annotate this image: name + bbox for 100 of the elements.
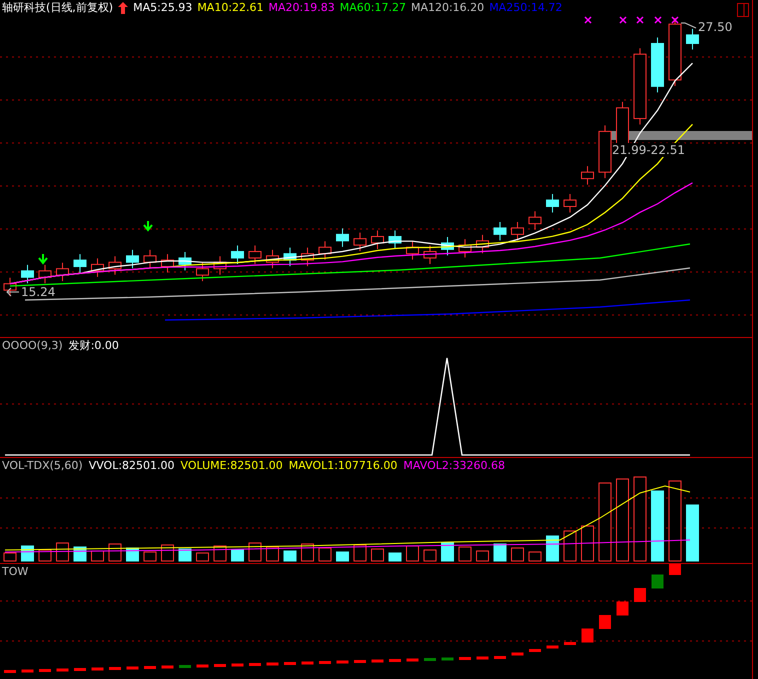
tow-bar (652, 574, 664, 588)
candlestick (388, 230, 402, 250)
tow-bar (319, 660, 331, 664)
tow-bar (284, 662, 296, 664)
tow-bar (179, 664, 191, 668)
candlestick (564, 194, 576, 213)
volume-bar (301, 543, 314, 562)
volume-bar (231, 549, 244, 562)
volume-bar (91, 550, 104, 562)
candlestick (4, 277, 16, 297)
tow-bar (406, 658, 418, 661)
tow-bar (546, 645, 558, 648)
candlestick (301, 247, 314, 267)
tow-bar (22, 669, 34, 672)
candlestick (248, 245, 262, 264)
tow-bar (302, 661, 314, 664)
low-price-label: 15.24 (21, 285, 56, 299)
tow-bar (512, 652, 524, 655)
leader-line (681, 22, 697, 30)
tow-bar (56, 668, 68, 671)
candlestick (74, 254, 86, 274)
moving-average-label: MA60:17.27 (340, 1, 406, 15)
high-price-label: 27.50 (698, 20, 732, 34)
left-arrow-icon (6, 287, 20, 297)
volume-bar (424, 549, 436, 562)
candlestick (546, 194, 559, 213)
tow-bar (564, 642, 576, 644)
volume-label: MAVOL1:107716.00 (288, 458, 398, 473)
window-toggle-icon[interactable] (737, 3, 749, 17)
volume-bar (178, 548, 192, 562)
volume-bar (511, 547, 524, 562)
tow-bar (354, 660, 366, 662)
candlestick (178, 251, 192, 271)
volume-bar (564, 530, 576, 562)
moving-average-label: MA250:14.72 (489, 1, 562, 15)
volume-bar (196, 552, 209, 562)
tow-bar (74, 668, 86, 670)
tow-bar (529, 648, 541, 652)
candlestick (196, 262, 209, 282)
volume-label: VOLUME:82501.00 (180, 458, 283, 473)
volume-label: VOL-TDX(5,60) (2, 458, 83, 473)
candlestick (126, 249, 139, 269)
volume-bar (4, 552, 16, 562)
indicator-name: OOOO(9,3) (2, 338, 63, 352)
tow-bar (669, 564, 681, 574)
moving-average-label: MA10:22.61 (197, 1, 264, 15)
candlestick (284, 247, 296, 267)
candlestick (161, 254, 174, 274)
cross-mark-icon (619, 16, 627, 24)
tow-indicator-name: TOW (2, 564, 28, 578)
tow-bar (336, 660, 348, 663)
candlestick (56, 262, 69, 282)
tow-bar (424, 658, 436, 660)
tow-bar (266, 662, 278, 665)
candlestick (458, 238, 472, 258)
candlestick (231, 245, 244, 264)
cross-mark-icon (636, 16, 644, 24)
cross-mark-icon (654, 16, 662, 24)
volume-bar (458, 546, 472, 562)
volume-bar (494, 543, 506, 562)
up-arrow-icon (118, 2, 128, 14)
cross-mark-icon (671, 16, 679, 24)
price-range-label: 21.99-22.51 (612, 143, 686, 157)
candlestick (336, 228, 349, 248)
volume-bar (336, 551, 349, 562)
tow-bar (196, 664, 208, 667)
tow-bar (109, 666, 121, 670)
moving-average-label: MA20:19.83 (268, 1, 335, 15)
volume-bar (248, 542, 262, 562)
tow-bar (389, 658, 401, 662)
candlestick (441, 236, 454, 256)
tow-bar (372, 659, 384, 662)
candlestick (144, 249, 156, 269)
volume-bar (686, 504, 699, 562)
tow-bar (249, 662, 261, 666)
tow-bar (634, 588, 646, 602)
cross-mark-icon (584, 16, 592, 24)
tow-bar (442, 657, 454, 660)
stock-title: 轴研科技(日线,前复权) (2, 1, 114, 15)
volume-bar (476, 550, 489, 562)
volume-bar (108, 543, 122, 562)
volume-bar (581, 525, 594, 562)
tow-bar (162, 665, 174, 668)
tow-bar (616, 601, 628, 615)
tow-bar (476, 656, 488, 659)
volume-label: VVOL:82501.00 (88, 458, 175, 473)
candlestick (686, 28, 699, 50)
candlestick (108, 256, 122, 276)
candlestick (528, 210, 542, 230)
tow-bar (232, 663, 244, 666)
tow-bar (214, 664, 226, 666)
candlestick (91, 258, 104, 278)
volume-bar (318, 547, 332, 562)
candlestick (371, 230, 384, 250)
candlestick (266, 249, 279, 269)
candlestick (318, 240, 332, 260)
candlestick (651, 36, 664, 93)
candlestick (424, 245, 436, 264)
volume-bar (144, 551, 156, 562)
candlestick (406, 240, 419, 260)
